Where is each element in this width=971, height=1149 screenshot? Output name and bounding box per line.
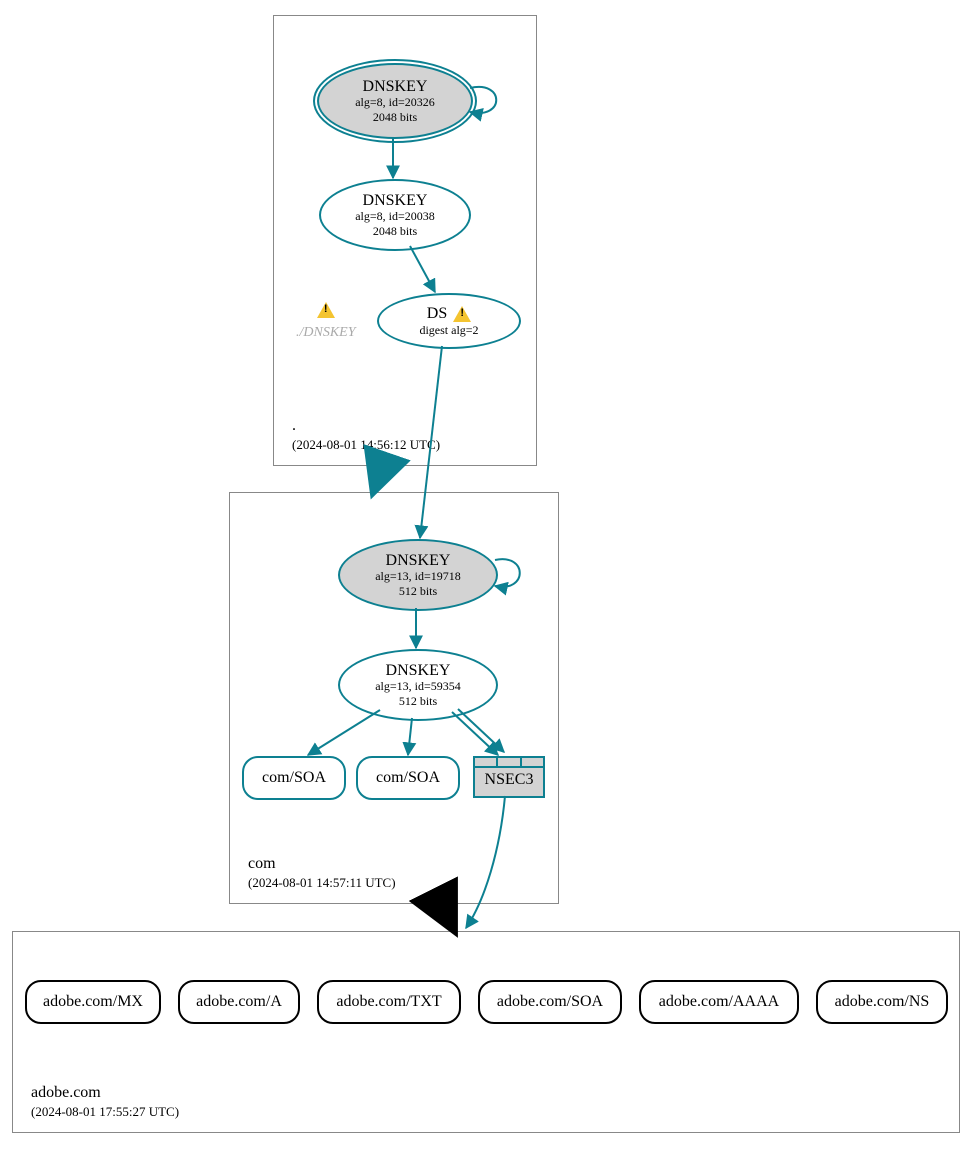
node-title: DNSKEY	[386, 552, 451, 570]
rr-label: adobe.com/NS	[835, 993, 930, 1011]
zone-adobe-name: adobe.com	[31, 1084, 101, 1102]
node-adobe-a[interactable]: adobe.com/A	[178, 980, 300, 1024]
node-nsec3[interactable]: NSEC3	[473, 756, 545, 798]
node-sub1: alg=8, id=20326	[355, 95, 435, 109]
zone-adobe-timestamp: (2024-08-01 17:55:27 UTC)	[31, 1104, 179, 1120]
node-sub2: 512 bits	[399, 584, 437, 598]
node-adobe-ns[interactable]: adobe.com/NS	[816, 980, 948, 1024]
node-sub1: digest alg=2	[419, 323, 478, 337]
node-com-ksk[interactable]: DNSKEY alg=13, id=19718 512 bits	[338, 539, 498, 611]
zone-com-timestamp: (2024-08-01 14:57:11 UTC)	[248, 875, 396, 891]
zone-root-timestamp: (2024-08-01 14:56:12 UTC)	[292, 437, 440, 453]
node-title: DNSKEY	[386, 662, 451, 680]
node-adobe-soa[interactable]: adobe.com/SOA	[478, 980, 622, 1024]
rr-label: com/SOA	[262, 769, 326, 787]
nsec3-label: NSEC3	[485, 771, 534, 789]
zone-adobe: adobe.com (2024-08-01 17:55:27 UTC)	[12, 931, 960, 1133]
node-root-ksk[interactable]: DNSKEY alg=8, id=20326 2048 bits	[317, 63, 473, 139]
node-adobe-mx[interactable]: adobe.com/MX	[25, 980, 161, 1024]
node-sub1: alg=13, id=59354	[375, 679, 461, 693]
node-sub1: alg=13, id=19718	[375, 569, 461, 583]
warning-icon	[453, 306, 471, 322]
node-sub2: 2048 bits	[373, 224, 417, 238]
node-adobe-txt[interactable]: adobe.com/TXT	[317, 980, 461, 1024]
rr-label: adobe.com/AAAA	[659, 993, 779, 1011]
missing-dnskey-label: ./DNSKEY	[296, 325, 356, 340]
node-com-zsk[interactable]: DNSKEY alg=13, id=59354 512 bits	[338, 649, 498, 721]
node-root-zsk[interactable]: DNSKEY alg=8, id=20038 2048 bits	[319, 179, 471, 251]
node-com-soa-2[interactable]: com/SOA	[356, 756, 460, 800]
node-sub2: 2048 bits	[373, 110, 417, 124]
node-title: DNSKEY	[363, 78, 428, 96]
node-sub2: 512 bits	[399, 694, 437, 708]
rr-label: adobe.com/SOA	[497, 993, 603, 1011]
node-title: DS	[427, 305, 447, 323]
zone-com-name: com	[248, 855, 276, 873]
zone-root-name: .	[292, 417, 296, 435]
node-missing-dnskey[interactable]: ./DNSKEY	[296, 302, 356, 341]
rr-label: adobe.com/TXT	[336, 993, 441, 1011]
rr-label: adobe.com/MX	[43, 993, 143, 1011]
rr-label: com/SOA	[376, 769, 440, 787]
rr-label: adobe.com/A	[196, 993, 282, 1011]
node-sub1: alg=8, id=20038	[355, 209, 435, 223]
node-com-soa-1[interactable]: com/SOA	[242, 756, 346, 800]
node-title: DNSKEY	[363, 192, 428, 210]
node-adobe-aaaa[interactable]: adobe.com/AAAA	[639, 980, 799, 1024]
node-ds[interactable]: DS digest alg=2	[377, 293, 521, 349]
warning-icon	[317, 302, 335, 318]
